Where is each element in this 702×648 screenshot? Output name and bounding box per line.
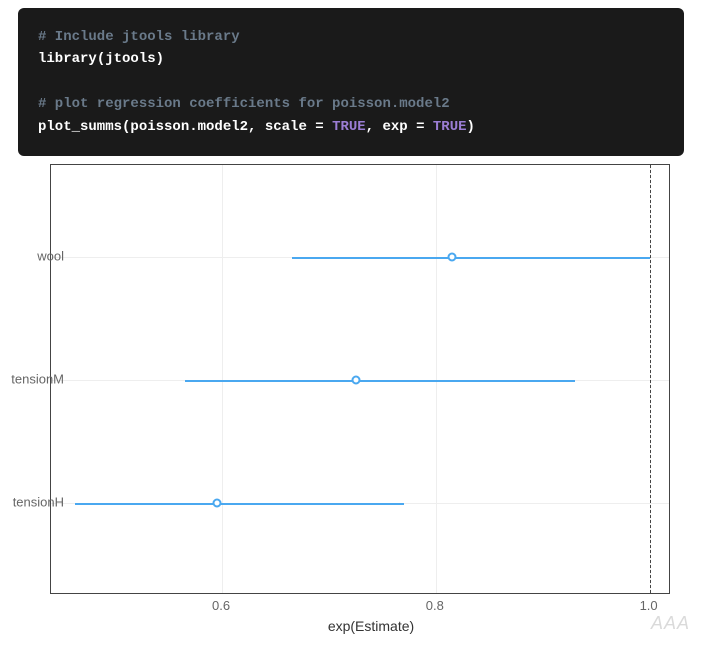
reference-line: [650, 165, 651, 593]
code-line-1: library(jtools): [38, 48, 664, 70]
x-tick-label: 1.0: [640, 598, 658, 613]
ci-bar-tensionH: [75, 503, 404, 505]
code-comment-2: # plot regression coefficients for poiss…: [38, 93, 664, 115]
y-tick-label: wool: [37, 249, 64, 264]
point-tensionH: [212, 498, 221, 507]
code-line-2: plot_summs(poisson.model2, scale = TRUE,…: [38, 116, 664, 138]
code-blank: [38, 71, 664, 93]
gridline-x: [222, 165, 223, 593]
gridline-x: [436, 165, 437, 593]
point-wool: [447, 253, 456, 262]
code-block: # Include jtools library library(jtools)…: [18, 8, 684, 156]
ci-bar-tensionM: [185, 380, 575, 382]
y-tick-label: tensionM: [11, 371, 64, 386]
point-tensionM: [351, 375, 360, 384]
watermark: AAA: [651, 613, 690, 634]
ci-bar-wool: [292, 257, 650, 259]
coefficient-plot: wooltensionMtensionH0.60.81.0 exp(Estima…: [50, 164, 692, 594]
x-tick-label: 0.8: [426, 598, 444, 613]
code-comment-1: # Include jtools library: [38, 26, 664, 48]
x-axis-title: exp(Estimate): [328, 618, 414, 634]
x-tick-label: 0.6: [212, 598, 230, 613]
plot-panel: [50, 164, 670, 594]
y-tick-label: tensionH: [13, 494, 64, 509]
